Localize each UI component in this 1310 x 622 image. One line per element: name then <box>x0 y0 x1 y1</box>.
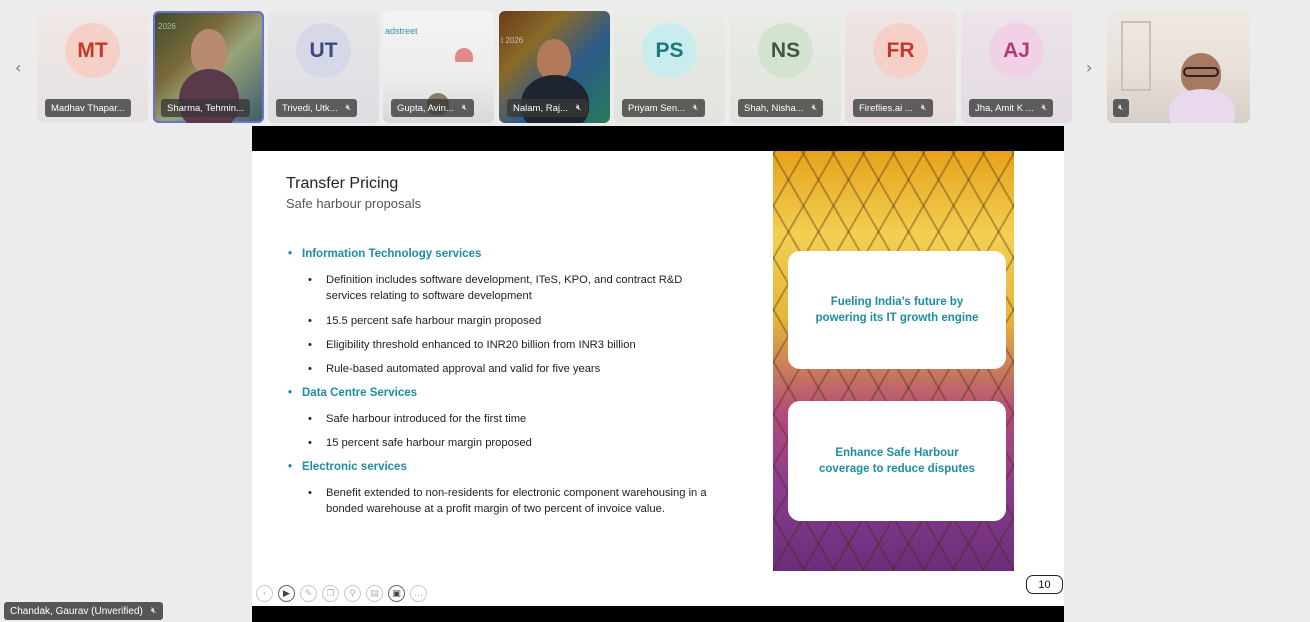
participant-name-text: Jha, Amit K ... <box>975 102 1034 114</box>
presenter-name: Chandak, Gaurav (Unverified) <box>10 605 143 617</box>
section-heading-text: Data Centre Services <box>302 387 418 399</box>
participant-video <box>537 39 571 79</box>
participant-name: Sharma, Tehmin... <box>161 99 250 117</box>
slide-letterbox-bottom <box>252 606 1064 622</box>
participant-name-text: Priyam Sen... <box>628 102 686 114</box>
participant-name: Jha, Amit K ... 🔇︎ <box>969 99 1054 117</box>
mic-muted-icon: 🔇︎ <box>811 103 818 113</box>
section-heading-text: Electronic services <box>302 461 407 473</box>
participant-name: Trivedi, Utk... 🔇︎ <box>276 99 358 117</box>
background-watermark: 2026 <box>158 22 176 31</box>
back-icon[interactable]: ‹ <box>256 585 273 602</box>
mic-muted-icon: 🔇︎ <box>1118 103 1124 113</box>
participant-name-text: Trivedi, Utk... <box>282 102 338 114</box>
zoom-icon[interactable]: ⚲ <box>344 585 361 602</box>
participant-tile-mt[interactable]: MT Madhav Thapar... <box>37 11 148 123</box>
participant-tile-sharma[interactable]: 2026 Sharma, Tehmin... <box>153 11 264 123</box>
participant-tile-ut[interactable]: UT Trivedi, Utk... 🔇︎ <box>268 11 379 123</box>
participant-name: Nalam, Raj... 🔇︎ <box>507 99 588 117</box>
mic-muted-icon: 🔇︎ <box>345 103 352 113</box>
pointer-icon[interactable]: ▶︎ <box>278 585 295 602</box>
participant-name: Shah, Nisha... 🔇︎ <box>738 99 824 117</box>
mic-muted-icon: 🔇︎ <box>150 606 157 616</box>
participant-name-text: Nalam, Raj... <box>513 102 568 114</box>
list-item-text: Benefit extended to non-residents for el… <box>326 487 707 515</box>
slide-subtitle: Safe harbour proposals <box>286 196 422 211</box>
list-item: • Rule-based automated approval and valid… <box>308 361 720 377</box>
participant-video <box>191 29 227 73</box>
next-participants-button[interactable]: › <box>1086 58 1092 77</box>
participant-name-text: Shah, Nisha... <box>744 102 804 114</box>
section-heading: • Data Centre Services <box>288 387 418 399</box>
participant-name: Fireflies.ai ... 🔇︎ <box>853 99 933 117</box>
list-item: • 15 percent safe harbour margin proposed <box>308 435 720 451</box>
avatar: UT <box>296 23 351 78</box>
list-item: • Definition includes software developmen… <box>308 272 720 304</box>
participant-tile-aj[interactable]: AJ Jha, Amit K ... 🔇︎ <box>961 11 1072 123</box>
slide-letterbox-top <box>252 126 1064 151</box>
background-watermark: t 2026 <box>501 36 524 45</box>
page-number: 10 <box>1026 575 1063 594</box>
avatar: FR <box>873 23 928 78</box>
list-item: • Benefit extended to non-residents for e… <box>308 485 720 517</box>
list-item-text: 15 percent safe harbour margin proposed <box>326 437 532 449</box>
participant-name-text: Sharma, Tehmin... <box>167 102 244 114</box>
mic-muted-icon: 🔇︎ <box>920 103 927 113</box>
glasses <box>1183 67 1219 77</box>
avatar: PS <box>642 23 697 78</box>
pen-icon[interactable]: ✎ <box>300 585 317 602</box>
avatar: MT <box>65 23 120 78</box>
participant-tile-gupta[interactable]: adstreet Gupta, Avin... 🔇︎ <box>383 11 494 123</box>
background-watermark: adstreet <box>385 26 418 36</box>
prev-participants-button[interactable]: ‹ <box>15 58 21 77</box>
list-item-text: Eligibility threshold enhanced to INR20 … <box>326 339 636 351</box>
participant-tile-ps[interactable]: PS Priyam Sen... 🔇︎ <box>614 11 725 123</box>
list-item-text: Safe harbour introduced for the first ti… <box>326 413 527 425</box>
self-video-tile[interactable]: 🔇︎ <box>1107 11 1250 123</box>
copy-icon[interactable]: ❐ <box>322 585 339 602</box>
highlight-card: Enhance Safe Harbour coverage to reduce … <box>788 401 1006 521</box>
participant-tile-ns[interactable]: NS Shah, Nisha... 🔇︎ <box>730 11 841 123</box>
participant-name-text: Madhav Thapar... <box>51 102 125 114</box>
participant-tile-fr[interactable]: FR Fireflies.ai ... 🔇︎ <box>845 11 956 123</box>
video-icon[interactable]: ▣ <box>388 585 405 602</box>
window-frame <box>1121 21 1151 91</box>
participant-name-text: Gupta, Avin... <box>397 102 454 114</box>
subtitles-icon[interactable]: ▤ <box>366 585 383 602</box>
stained-glass-image: Fueling India’s future by powering its I… <box>773 151 1014 571</box>
mic-muted-icon: 🔇︎ <box>1041 103 1048 113</box>
self-mic-indicator: 🔇︎ <box>1113 99 1129 117</box>
list-item-text: Definition includes software development… <box>326 274 683 302</box>
slide-toolbar: ‹ ▶︎ ✎ ❐ ⚲ ▤ ▣ … <box>256 585 427 602</box>
list-item: • Safe harbour introduced for the first t… <box>308 411 720 427</box>
section-heading-text: Information Technology services <box>302 248 482 260</box>
participant-tile-nalam[interactable]: t 2026 Nalam, Raj... 🔇︎ <box>499 11 610 123</box>
participant-name: Gupta, Avin... 🔇︎ <box>391 99 474 117</box>
highlight-card: Fueling India’s future by powering its I… <box>788 251 1006 369</box>
avatar: AJ <box>989 23 1044 78</box>
list-item-text: Rule-based automated approval and valid … <box>326 363 601 375</box>
section-heading: • Information Technology services <box>288 248 482 260</box>
section-heading: • Electronic services <box>288 461 407 473</box>
participant-name: Madhav Thapar... <box>45 99 131 117</box>
lamp-icon <box>455 48 473 62</box>
presenter-nameplate: Chandak, Gaurav (Unverified) 🔇︎ <box>4 602 163 620</box>
list-item-text: 15.5 percent safe harbour margin propose… <box>326 315 542 327</box>
more-icon[interactable]: … <box>410 585 427 602</box>
participant-name: Priyam Sen... 🔇︎ <box>622 99 705 117</box>
list-item: • 15.5 percent safe harbour margin propos… <box>308 313 720 329</box>
participant-name-text: Fireflies.ai ... <box>859 102 913 114</box>
slide-title: Transfer Pricing <box>286 175 399 192</box>
list-item: • Eligibility threshold enhanced to INR20… <box>308 337 720 353</box>
avatar: NS <box>758 23 813 78</box>
shared-slide: Transfer Pricing Safe harbour proposals … <box>252 151 1064 606</box>
mic-muted-icon: 🔇︎ <box>693 103 699 113</box>
participant-video-body <box>1169 89 1235 123</box>
mic-muted-icon: 🔇︎ <box>575 103 582 113</box>
mic-muted-icon: 🔇︎ <box>461 103 468 113</box>
